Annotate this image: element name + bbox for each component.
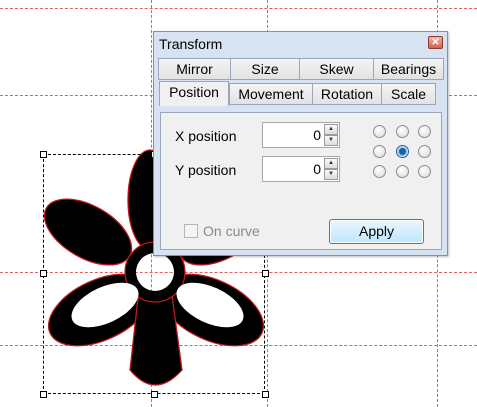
dialog-title: Transform [159, 36, 223, 52]
resize-handle-bottom-left[interactable] [40, 391, 47, 398]
resize-handle-bottom-right[interactable] [262, 391, 269, 398]
title-bar[interactable]: Transform ✕ [154, 32, 447, 54]
tab-skew[interactable]: Skew [299, 58, 374, 80]
tab-size[interactable]: Size [230, 58, 300, 80]
anchor-bottom-center-radio[interactable] [396, 165, 409, 178]
y-increment-button[interactable]: ▲ [324, 158, 338, 169]
anchor-bottom-left-radio[interactable] [373, 165, 386, 178]
tab-bearings[interactable]: Bearings [373, 58, 444, 80]
x-position-label: X position [175, 128, 237, 144]
anchor-bottom-right-radio[interactable] [418, 165, 431, 178]
close-icon: ✕ [431, 37, 440, 48]
anchor-top-right-radio[interactable] [418, 125, 431, 138]
anchor-top-left-radio[interactable] [373, 125, 386, 138]
tab-rotation[interactable]: Rotation [312, 83, 382, 105]
y-position-field[interactable]: 0 ▲ ▼ [262, 156, 340, 182]
transform-dialog: Transform ✕ Mirror Size Skew Bearings Mo… [153, 31, 448, 256]
anchor-top-center-radio[interactable] [396, 125, 409, 138]
y-position-value: 0 [313, 161, 321, 177]
tab-mirror[interactable]: Mirror [158, 58, 231, 80]
close-button[interactable]: ✕ [428, 36, 443, 49]
on-curve-checkbox[interactable] [184, 224, 198, 238]
x-position-value: 0 [313, 127, 321, 143]
apply-button[interactable]: Apply [329, 219, 424, 244]
x-decrement-button[interactable]: ▼ [324, 135, 338, 146]
resize-handle-bottom-middle[interactable] [151, 391, 158, 398]
resize-handle-middle-right[interactable] [262, 270, 269, 277]
y-position-label: Y position [175, 162, 237, 178]
tab-scale[interactable]: Scale [381, 83, 436, 105]
x-increment-button[interactable]: ▲ [324, 124, 338, 135]
x-position-field[interactable]: 0 ▲ ▼ [262, 122, 340, 148]
anchor-middle-right-radio[interactable] [418, 145, 431, 158]
resize-handle-middle-left[interactable] [40, 270, 47, 277]
anchor-center-radio[interactable] [396, 145, 409, 158]
y-decrement-button[interactable]: ▼ [324, 169, 338, 180]
anchor-middle-left-radio[interactable] [373, 145, 386, 158]
tab-movement[interactable]: Movement [229, 83, 313, 105]
tab-position[interactable]: Position [159, 81, 229, 106]
resize-handle-top-left[interactable] [40, 151, 47, 158]
on-curve-label: On curve [203, 223, 260, 239]
